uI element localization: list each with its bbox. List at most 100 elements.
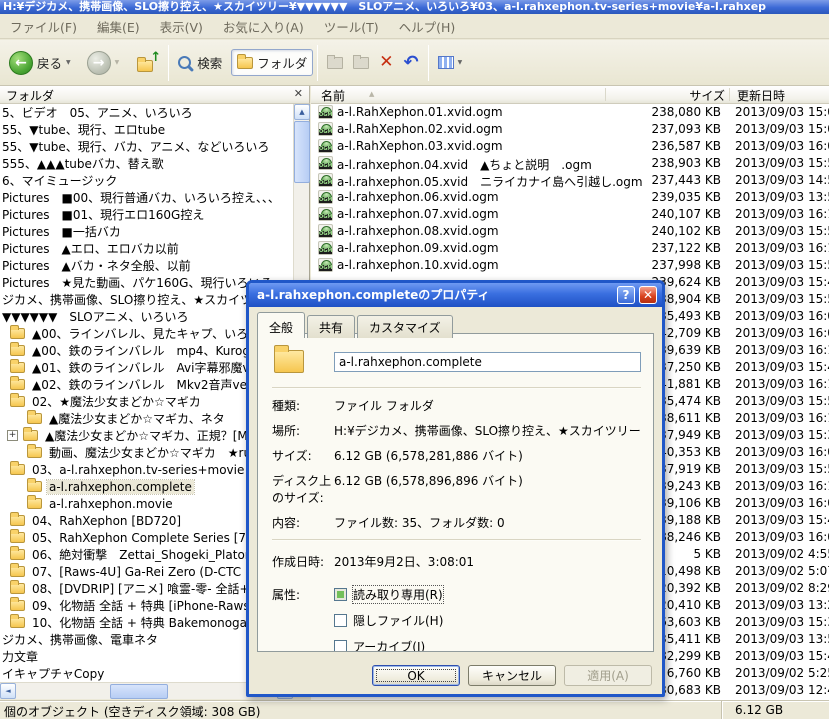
column-divider[interactable] bbox=[605, 88, 606, 101]
tab-sharing[interactable]: 共有 bbox=[307, 315, 356, 338]
file-row[interactable]: OGM a-l.rahxephon.10.xvid.ogm 237,998 KB 20… bbox=[311, 257, 829, 274]
ogm-file-icon: OGM bbox=[318, 173, 333, 187]
column-divider[interactable] bbox=[729, 88, 730, 101]
checkbox[interactable] bbox=[334, 614, 347, 627]
tree-item-label: 02、★魔法少女まどか☆マギカ bbox=[32, 395, 201, 409]
dialog-titlebar[interactable]: a-l.rahxephon.completeのプロパティ ? ✕ bbox=[249, 283, 662, 307]
delete-button[interactable]: ✕ bbox=[374, 51, 398, 74]
menu-item[interactable]: ファイル(F) bbox=[0, 14, 87, 39]
dialog-fields: 種類: ファイル フォルダ 場所: H:¥デジカメ、携帯画像、SLO擦り控え、★スカイ… bbox=[272, 397, 641, 531]
tree-item-label: Pictures ■01、現行エロ160G控え bbox=[2, 208, 205, 222]
file-row[interactable]: OGM a-l.rahxephon.06.xvid.ogm 239,035 KB 20… bbox=[311, 189, 829, 206]
views-button[interactable]: ▼ bbox=[433, 53, 468, 72]
tree-item-label: a-l.rahxephon.movie bbox=[49, 496, 173, 511]
file-date: 2013/09/02 5:25 bbox=[735, 666, 829, 680]
folder-icon bbox=[10, 325, 25, 339]
file-date: 2013/09/03 15:43 bbox=[735, 513, 829, 527]
window-titlebar[interactable]: H:¥デジカメ、携帯画像、SLO擦り控え、★スカイツリー¥▼▼▼▼▼▼ SLOア… bbox=[0, 0, 829, 14]
file-date: 2013/09/03 16:08 bbox=[735, 445, 829, 459]
scroll-left-icon[interactable]: ◄ bbox=[0, 683, 16, 699]
ogm-file-icon: OGM bbox=[318, 190, 333, 204]
ogm-file-icon: OGM bbox=[318, 156, 333, 170]
folders-button[interactable]: フォルダ bbox=[231, 49, 314, 76]
dialog-help-button[interactable]: ? bbox=[617, 286, 635, 304]
toolbar-separator bbox=[317, 44, 319, 81]
checkbox-label: アーカイブ(I) bbox=[353, 640, 426, 652]
file-name: a-l.RahXephon.02.xvid.ogm bbox=[337, 122, 503, 136]
tab-general[interactable]: 全般 bbox=[257, 312, 306, 338]
file-date: 2013/09/03 15:56 bbox=[735, 156, 829, 170]
tree-item[interactable]: 555、▲▲▲tubeバカ、替え歌 bbox=[0, 155, 292, 172]
file-row[interactable]: OGM a-l.rahxephon.08.xvid.ogm 240,102 KB 20… bbox=[311, 223, 829, 240]
column-header-name[interactable]: 名前 bbox=[321, 87, 345, 104]
file-date: 2013/09/03 15:57 bbox=[735, 292, 829, 306]
tab-customize[interactable]: カスタマイズ bbox=[357, 315, 453, 338]
file-date: 2013/09/03 16:07 bbox=[735, 309, 829, 323]
file-row[interactable]: OGM a-l.rahxephon.04.xvid ▲ちょと説明 .ogm 238,… bbox=[311, 155, 829, 172]
search-button[interactable]: 検索 bbox=[173, 50, 227, 75]
status-object-count: 個のオブジェクト (空きディスク領域: 308 GB) bbox=[0, 701, 722, 719]
folder-icon bbox=[10, 580, 25, 594]
menu-item[interactable]: ツール(T) bbox=[314, 14, 389, 39]
tree-item[interactable]: 55、▼tube、現行、エロtube bbox=[0, 121, 292, 138]
back-dropdown-icon[interactable]: ▼ bbox=[66, 59, 71, 66]
file-size: 237,093 KB bbox=[651, 122, 721, 136]
folders-pane-header: フォルダ ✕ bbox=[0, 86, 310, 104]
dialog-close-button[interactable]: ✕ bbox=[639, 286, 657, 304]
column-header-size[interactable]: サイズ bbox=[641, 87, 725, 104]
tree-item[interactable]: 5、ビデオ 05、アニメ、いろいろ bbox=[0, 104, 292, 121]
tree-item[interactable]: Pictures ▲エロ、エロバカ以前 bbox=[0, 240, 292, 257]
file-date: 2013/09/03 15:53 bbox=[735, 258, 829, 272]
properties-dialog: a-l.rahxephon.completeのプロパティ ? ✕ 全般 共有 カ… bbox=[246, 280, 665, 697]
menu-item[interactable]: ヘルプ(H) bbox=[389, 14, 466, 39]
cancel-button[interactable]: キャンセル bbox=[468, 665, 556, 686]
scroll-up-icon[interactable]: ▲ bbox=[294, 104, 310, 120]
undo-button[interactable]: ↶ bbox=[399, 51, 424, 75]
close-folders-pane-icon[interactable]: ✕ bbox=[294, 87, 303, 100]
tree-item[interactable]: 55、▼tube、現行、バカ、アニメ、などいろいろ bbox=[0, 138, 292, 155]
tree-item[interactable]: Pictures ■00、現行普通バカ、いろいろ控え、、、 bbox=[0, 189, 292, 206]
expand-plus-icon[interactable]: + bbox=[7, 430, 18, 441]
file-row[interactable]: OGM a-l.rahxephon.05.xvid ニライカナイ島へ引越し.ogm… bbox=[311, 172, 829, 189]
back-icon: ← bbox=[9, 50, 33, 75]
status-total-size: 6.12 GB bbox=[735, 703, 784, 717]
back-button[interactable]: ← 戻る ▼ bbox=[4, 48, 76, 78]
menu-item[interactable]: 編集(E) bbox=[87, 14, 150, 39]
tree-item[interactable]: Pictures ▲バカ・ネタ全般、以前 bbox=[0, 257, 292, 274]
menu-item[interactable]: お気に入り(A) bbox=[213, 14, 314, 39]
ok-button[interactable]: OK bbox=[372, 665, 460, 686]
tree-item[interactable]: Pictures ■01、現行エロ160G控え bbox=[0, 206, 292, 223]
file-size: 240,107 KB bbox=[651, 207, 721, 221]
file-date: 2013/09/03 16:09 bbox=[735, 139, 829, 153]
file-date: 2013/09/03 15:07 bbox=[735, 105, 829, 119]
undo-icon: ↶ bbox=[403, 51, 419, 73]
folder-icon bbox=[10, 529, 25, 543]
dialog-tabs: 全般 共有 カスタマイズ bbox=[257, 312, 455, 338]
file-row[interactable]: OGM a-l.RahXephon.02.xvid.ogm 237,093 KB 20… bbox=[311, 121, 829, 138]
forward-button[interactable]: → ▼ bbox=[82, 48, 125, 78]
field-value: ファイル数: 35、フォルダ数: 0 bbox=[334, 516, 505, 530]
checkbox[interactable] bbox=[334, 588, 347, 601]
menu-item[interactable]: 表示(V) bbox=[150, 14, 213, 39]
file-row[interactable]: OGM a-l.RahXephon.03.xvid.ogm 236,587 KB 20… bbox=[311, 138, 829, 155]
tree-item[interactable]: 6、マイミュージック bbox=[0, 172, 292, 189]
ogm-file-icon: OGM bbox=[318, 122, 333, 136]
folder-icon bbox=[27, 478, 42, 492]
scrollbar-thumb[interactable] bbox=[110, 684, 168, 699]
tree-item[interactable]: Pictures ■一括バカ bbox=[0, 223, 292, 240]
attribute-row: 隠しファイル(H) bbox=[334, 612, 443, 629]
file-date: 2013/09/03 15:44 bbox=[735, 360, 829, 374]
delete-icon: ✕ bbox=[379, 52, 394, 72]
property-field: 内容: ファイル数: 35、フォルダ数: 0 bbox=[272, 514, 641, 531]
window-title: H:¥デジカメ、携帯画像、SLO擦り控え、★スカイツリー¥▼▼▼▼▼▼ SLOア… bbox=[3, 0, 767, 13]
views-dropdown-icon[interactable]: ▼ bbox=[458, 59, 463, 66]
created-value: 2013年9月2日、3:08:01 bbox=[334, 555, 475, 569]
checkbox[interactable] bbox=[334, 640, 347, 651]
file-row[interactable]: OGM a-l.RahXephon.01.xvid.ogm 238,080 KB 20… bbox=[311, 104, 829, 121]
scrollbar-thumb[interactable] bbox=[294, 121, 310, 183]
folder-name-input[interactable] bbox=[334, 351, 641, 372]
column-header-date[interactable]: 更新日時 bbox=[737, 87, 785, 104]
file-row[interactable]: OGM a-l.rahxephon.09.xvid.ogm 237,122 KB 20… bbox=[311, 240, 829, 257]
file-row[interactable]: OGM a-l.rahxephon.07.xvid.ogm 240,107 KB 20… bbox=[311, 206, 829, 223]
up-button[interactable]: ↑ bbox=[132, 50, 164, 75]
